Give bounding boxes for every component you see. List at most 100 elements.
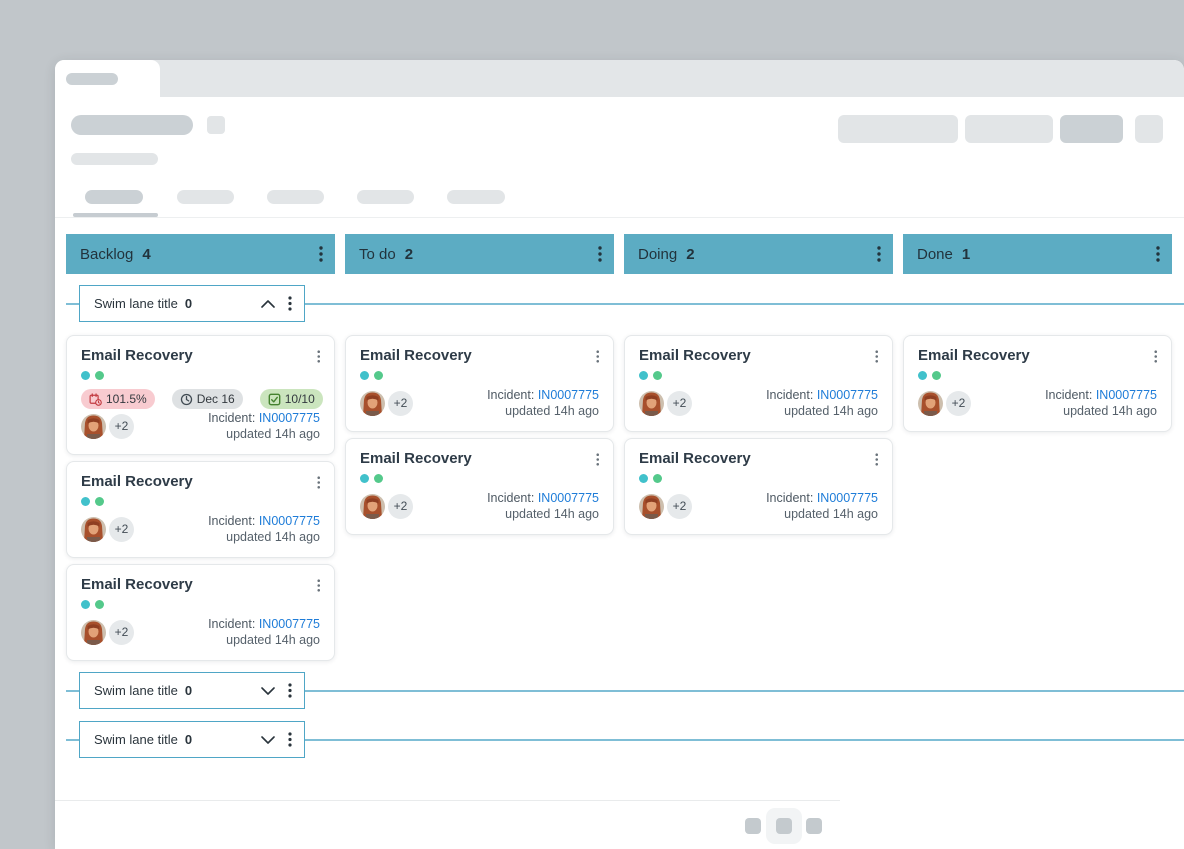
extra-assignees-badge[interactable]: +2 — [109, 620, 134, 645]
swimlane-menu-icon[interactable] — [288, 296, 292, 311]
swimlane-header-1[interactable]: Swim lane title 0 — [79, 285, 305, 322]
swimlane-line-left — [66, 739, 79, 741]
card-footer: +2 Incident: IN0007775 updated 14h ago — [81, 410, 320, 442]
status-dot-green — [932, 371, 941, 380]
app-window: Backlog 4 To do 2 Doing 2 Done 1 Swim la… — [55, 60, 1184, 849]
status-dot-green — [95, 600, 104, 609]
status-dots — [639, 371, 878, 380]
card-footer: +2 Incident: IN0007775 updated 14h ago — [81, 513, 320, 545]
toolbar-button-placeholder-2[interactable] — [965, 115, 1053, 143]
kanban-card[interactable]: Email Recovery +2 Incident: IN0007775 up… — [624, 335, 893, 432]
extra-assignees-badge[interactable]: +2 — [388, 391, 413, 416]
browser-tab[interactable] — [55, 60, 160, 97]
nav-tab-placeholder-4[interactable] — [357, 190, 414, 204]
swimlane-header-3[interactable]: Swim lane title 0 — [79, 721, 305, 758]
card-meta: Incident: IN0007775 updated 14h ago — [1045, 387, 1157, 419]
chevron-up-icon[interactable] — [261, 296, 275, 311]
incident-link[interactable]: IN0007775 — [259, 617, 320, 631]
toolbar-icon-button-placeholder[interactable] — [1135, 115, 1163, 143]
chevron-down-icon[interactable] — [261, 732, 275, 747]
status-dot-green — [653, 474, 662, 483]
card-menu-icon[interactable] — [596, 350, 600, 363]
calendar-clock-icon — [89, 393, 102, 406]
swimlane-menu-icon[interactable] — [288, 732, 292, 747]
card-meta: Incident: IN0007775 updated 14h ago — [766, 490, 878, 522]
checkbox-icon — [268, 393, 281, 406]
card-menu-icon[interactable] — [596, 453, 600, 466]
incident-link[interactable]: IN0007775 — [817, 491, 878, 505]
card-menu-icon[interactable] — [875, 453, 879, 466]
card-menu-icon[interactable] — [317, 476, 321, 489]
column-header-backlog: Backlog 4 — [66, 234, 335, 274]
incident-link[interactable]: IN0007775 — [259, 411, 320, 425]
page-dot-1[interactable] — [745, 818, 761, 834]
extra-assignees-badge[interactable]: +2 — [667, 494, 692, 519]
nav-tab-placeholder-3[interactable] — [267, 190, 324, 204]
chevron-down-icon[interactable] — [261, 683, 275, 698]
nav-tab-placeholder-5[interactable] — [447, 190, 505, 204]
incident-link[interactable]: IN0007775 — [259, 514, 320, 528]
title-action-icon-placeholder[interactable] — [207, 116, 225, 134]
incident-link[interactable]: IN0007775 — [538, 388, 599, 402]
updated-text: updated 14h ago — [766, 403, 878, 419]
status-dot-teal — [360, 474, 369, 483]
card-menu-icon[interactable] — [875, 350, 879, 363]
swimlane-menu-icon[interactable] — [288, 683, 292, 698]
extra-assignees-badge[interactable]: +2 — [946, 391, 971, 416]
card-menu-icon[interactable] — [317, 350, 321, 363]
kanban-card[interactable]: Email Recovery 101.5% Dec 16 10/10 — [66, 335, 335, 455]
tab-title-placeholder — [66, 73, 118, 85]
page-dot-3[interactable] — [806, 818, 822, 834]
assignee-avatar — [639, 494, 664, 519]
toolbar-button-placeholder-3[interactable] — [1060, 115, 1123, 143]
card-footer: +2 Incident: IN0007775 updated 14h ago — [918, 387, 1157, 419]
column-menu-icon[interactable] — [1156, 246, 1160, 262]
updated-text: updated 14h ago — [487, 403, 599, 419]
card-footer: +2 Incident: IN0007775 updated 14h ago — [360, 387, 599, 419]
kanban-card[interactable]: Email Recovery +2 Incident: IN0007775 up… — [624, 438, 893, 535]
due-date-badge: Dec 16 — [172, 389, 243, 409]
kanban-card[interactable]: Email Recovery +2 Incident: IN0007775 up… — [66, 564, 335, 661]
tabs-divider — [55, 217, 1184, 218]
extra-assignees-badge[interactable]: +2 — [667, 391, 692, 416]
extra-assignees-badge[interactable]: +2 — [109, 414, 134, 439]
column-menu-icon[interactable] — [319, 246, 323, 262]
page-title-placeholder — [71, 115, 193, 135]
status-dots — [81, 600, 320, 609]
incident-link[interactable]: IN0007775 — [538, 491, 599, 505]
checklist-badge-text: 10/10 — [285, 392, 315, 406]
card-footer: +2 Incident: IN0007775 updated 14h ago — [81, 616, 320, 648]
assignee-avatar — [360, 391, 385, 416]
extra-assignees-badge[interactable]: +2 — [109, 517, 134, 542]
assignees: +2 — [81, 517, 134, 542]
kanban-card[interactable]: Email Recovery +2 Incident: IN0007775 up… — [345, 335, 614, 432]
toolbar-button-placeholder-1[interactable] — [838, 115, 958, 143]
nav-tab-placeholder-1-active[interactable] — [85, 190, 143, 204]
updated-text: updated 14h ago — [766, 506, 878, 522]
card-title: Email Recovery — [360, 347, 472, 364]
card-menu-icon[interactable] — [1154, 350, 1158, 363]
column-header-doing: Doing 2 — [624, 234, 893, 274]
extra-assignees-badge[interactable]: +2 — [388, 494, 413, 519]
kanban-card[interactable]: Email Recovery +2 Incident: IN0007775 up… — [66, 461, 335, 558]
card-meta: Incident: IN0007775 updated 14h ago — [487, 490, 599, 522]
nav-tab-placeholder-2[interactable] — [177, 190, 234, 204]
due-date-badge-text: Dec 16 — [197, 392, 235, 406]
column-menu-icon[interactable] — [877, 246, 881, 262]
card-meta: Incident: IN0007775 updated 14h ago — [208, 410, 320, 442]
assignees: +2 — [639, 494, 692, 519]
card-header: Email Recovery — [639, 450, 878, 467]
page-dot-2-active[interactable] — [776, 818, 792, 834]
card-menu-icon[interactable] — [317, 579, 321, 592]
status-dot-teal — [81, 497, 90, 506]
incident-link[interactable]: IN0007775 — [817, 388, 878, 402]
column-header-todo: To do 2 — [345, 234, 614, 274]
assignees: +2 — [360, 391, 413, 416]
swimlane-header-2[interactable]: Swim lane title 0 — [79, 672, 305, 709]
kanban-card[interactable]: Email Recovery +2 Incident: IN0007775 up… — [345, 438, 614, 535]
column-menu-icon[interactable] — [598, 246, 602, 262]
browser-chrome — [55, 60, 1184, 97]
incident-link[interactable]: IN0007775 — [1096, 388, 1157, 402]
kanban-card[interactable]: Email Recovery +2 Incident: IN0007775 up… — [903, 335, 1172, 432]
overdue-badge-text: 101.5% — [106, 392, 147, 406]
